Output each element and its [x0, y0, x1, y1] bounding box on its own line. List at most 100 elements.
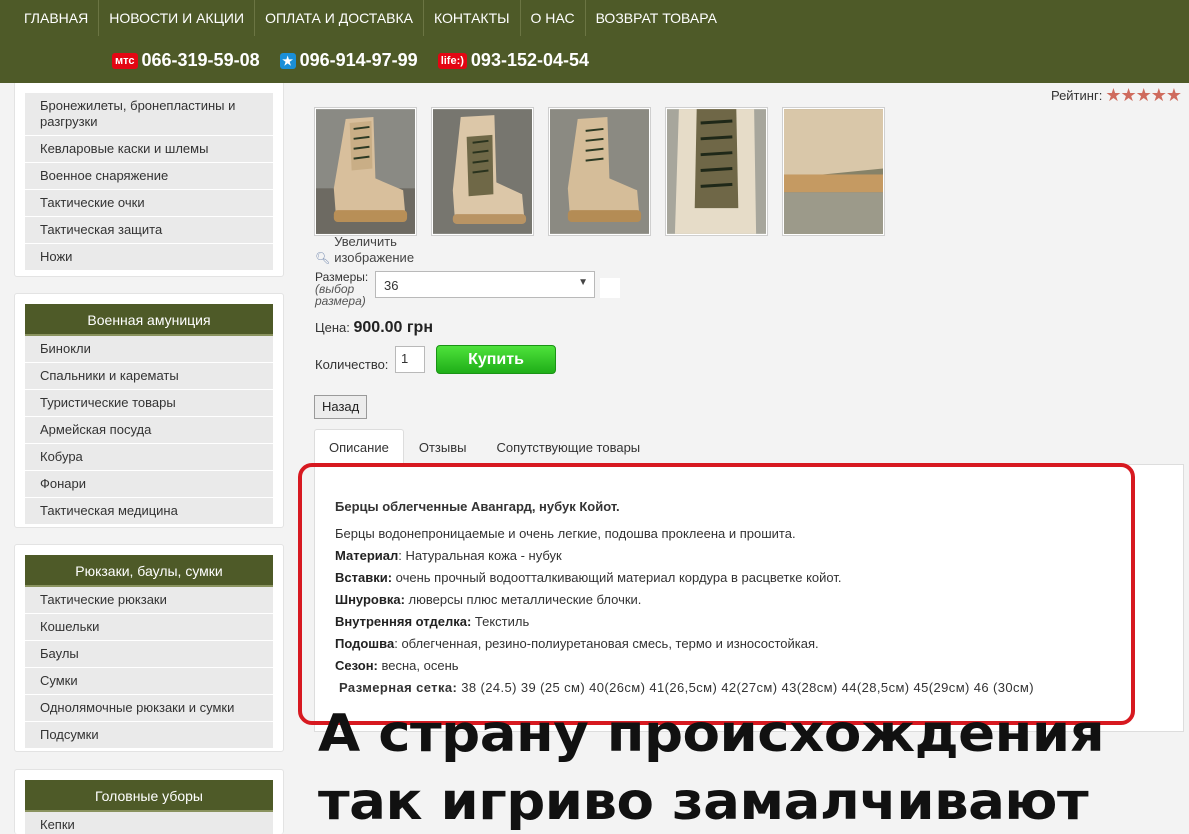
- top-header: ГЛАВНАЯ НОВОСТИ И АКЦИИ ОПЛАТА И ДОСТАВК…: [0, 0, 1189, 83]
- quantity-label: Количество:: [315, 357, 389, 372]
- life-logo-icon: life:): [437, 52, 467, 69]
- kyivstar-logo-icon: ★: [279, 52, 296, 69]
- line-text: Натуральная кожа - нубук: [401, 548, 562, 563]
- tab-description[interactable]: Описание: [314, 429, 404, 465]
- sidebar-item[interactable]: Тактическая медицина: [25, 498, 273, 525]
- line-text: очень прочный водоотталкивающий материал…: [392, 570, 842, 585]
- product-thumbnails: [314, 107, 899, 236]
- mts-logo-icon: мтс: [112, 52, 138, 69]
- product-rating: Рейтинг: ★★★★★: [1050, 85, 1182, 106]
- zoom-label: Увеличить изображение: [334, 234, 415, 265]
- sidebar-item[interactable]: Тактические очки: [25, 190, 273, 217]
- phone-kyivstar: ★ 096-914-97-99: [279, 50, 418, 71]
- sidebar-block-ammunition: Военная амуниция Бинокли Спальники и кар…: [14, 293, 284, 528]
- sidebar-item[interactable]: Ножи: [25, 244, 273, 271]
- phone-number[interactable]: 066-319-59-08: [142, 50, 260, 71]
- sizes-label-wrap: Размеры: (выбор размера): [315, 271, 373, 307]
- category-list: Бинокли Спальники и карематы Туристическ…: [25, 336, 273, 525]
- size-grid-label: Размерная сетка:: [339, 680, 458, 695]
- sidebar-item[interactable]: Фонари: [25, 471, 273, 498]
- product-thumbnail[interactable]: [665, 107, 768, 236]
- sidebar-item[interactable]: Туристические товары: [25, 390, 273, 417]
- sidebar-block-title: Военная амуниция: [25, 304, 273, 336]
- sizes-hint: (выбор размера): [315, 282, 366, 308]
- description-line: Материал: Натуральная кожа - нубук: [335, 545, 1165, 567]
- tab-reviews[interactable]: Отзывы: [404, 429, 482, 465]
- star-rating-icon: ★★★★★: [1105, 85, 1182, 105]
- phone-number[interactable]: 093-152-04-54: [471, 50, 589, 71]
- product-thumbnail[interactable]: [314, 107, 417, 236]
- boot-image: [784, 109, 883, 234]
- product-thumbnail[interactable]: [548, 107, 651, 236]
- phone-list: мтс 066-319-59-08 ★ 096-914-97-99 life:)…: [112, 50, 609, 71]
- sidebar-block-title: Головные уборы: [25, 780, 273, 812]
- nav-contacts[interactable]: КОНТАКТЫ: [424, 0, 521, 36]
- zoom-link[interactable]: 🔍︎Увеличить изображение: [315, 234, 434, 266]
- phone-life: life:) 093-152-04-54: [437, 50, 589, 71]
- description-line: Шнуровка: люверсы плюс металлические бло…: [335, 589, 1165, 611]
- tab-related-products[interactable]: Сопутствующие товары: [481, 429, 655, 465]
- size-grid: Размерная сетка: 38 (24.5) 39 (25 см) 40…: [339, 677, 1165, 699]
- sidebar-item[interactable]: Бинокли: [25, 336, 273, 363]
- boot-image: [667, 109, 766, 234]
- price-label: Цена:: [315, 320, 350, 335]
- sidebar-item[interactable]: Спальники и карематы: [25, 363, 273, 390]
- sidebar-item[interactable]: Кепки: [25, 812, 273, 834]
- category-list: Бронежилеты, бронепластины и разгрузки К…: [25, 93, 273, 271]
- size-select[interactable]: 36 ▼: [375, 271, 595, 298]
- blank-box: [600, 278, 620, 298]
- description-line: Сезон: весна, осень: [335, 655, 1165, 677]
- phone-mts: мтс 066-319-59-08: [112, 50, 260, 71]
- description-title: Берцы облегченные Авангард, нубук Койот.: [335, 499, 620, 514]
- quantity-input[interactable]: 1: [395, 346, 425, 373]
- size-grid-values: 38 (24.5) 39 (25 см) 40(26см) 41(26,5см)…: [457, 680, 1035, 695]
- sidebar-item[interactable]: Подсумки: [25, 722, 273, 749]
- back-button[interactable]: Назад: [314, 395, 368, 419]
- sidebar-item[interactable]: Тактическая защита: [25, 217, 273, 244]
- line-label: Сезон:: [335, 658, 378, 673]
- line-text: облегченная, резино-полиуретановая смесь…: [397, 636, 819, 651]
- line-label: Вставки:: [335, 570, 393, 585]
- description-intro: Берцы водонепроницаемые и очень легкие, …: [335, 526, 796, 541]
- sidebar-item[interactable]: Кевларовые каски и шлемы: [25, 136, 273, 163]
- sidebar-item[interactable]: Однолямочные рюкзаки и сумки: [25, 695, 273, 722]
- sidebar-block-protection: Бронежилеты, бронепластины и разгрузки К…: [14, 60, 284, 277]
- nav-news[interactable]: НОВОСТИ И АКЦИИ: [99, 0, 256, 36]
- nav-home[interactable]: ГЛАВНАЯ: [14, 0, 100, 36]
- sidebar-item[interactable]: Кобура: [25, 444, 273, 471]
- meme-caption: А страну происхождения так игриво замалч…: [318, 704, 1105, 832]
- category-list: Кепки: [25, 812, 273, 834]
- sidebar-block-backpacks: Рюкзаки, баулы, сумки Тактические рюкзак…: [14, 544, 284, 752]
- description-content: Берцы облегченные Авангард, нубук Койот.…: [335, 499, 1165, 699]
- nav-payment-delivery[interactable]: ОПЛАТА И ДОСТАВКА: [255, 0, 424, 36]
- boot-image: [316, 109, 415, 234]
- line-text: люверсы плюс металлические блочки.: [404, 592, 642, 607]
- line-label: Материал: [335, 548, 399, 563]
- phone-number[interactable]: 096-914-97-99: [300, 50, 418, 71]
- sidebar-item[interactable]: Сумки: [25, 668, 273, 695]
- product-thumbnail[interactable]: [782, 107, 885, 236]
- sidebar-block-title: Рюкзаки, баулы, сумки: [25, 555, 273, 587]
- description-line: Вставки: очень прочный водоотталкивающий…: [335, 567, 1165, 589]
- nav-returns[interactable]: ВОЗВРАТ ТОВАРА: [586, 0, 727, 36]
- description-panel: Берцы облегченные Авангард, нубук Койот.…: [314, 464, 1184, 732]
- sidebar-item[interactable]: Военное снаряжение: [25, 163, 273, 190]
- sidebar-item[interactable]: Армейская посуда: [25, 417, 273, 444]
- line-text: весна, осень: [377, 658, 459, 673]
- product-tabs: Описание Отзывы Сопутствующие товары: [314, 429, 655, 465]
- description-line: Подошва: облегченная, резино-полиуретано…: [335, 633, 1165, 655]
- main-nav: ГЛАВНАЯ НОВОСТИ И АКЦИИ ОПЛАТА И ДОСТАВК…: [14, 0, 727, 36]
- sidebar-item[interactable]: Кошельки: [25, 614, 273, 641]
- sidebar-item[interactable]: Бронежилеты, бронепластины и разгрузки: [25, 93, 273, 136]
- buy-button[interactable]: Купить: [436, 345, 556, 374]
- boot-image: [550, 109, 649, 234]
- line-label: Внутренняя отделка:: [335, 614, 472, 629]
- category-list: Тактические рюкзаки Кошельки Баулы Сумки…: [25, 587, 273, 749]
- nav-about[interactable]: О НАС: [521, 0, 586, 36]
- dropdown-arrow-icon: ▼: [578, 277, 588, 288]
- sidebar-item[interactable]: Тактические рюкзаки: [25, 587, 273, 614]
- product-thumbnail[interactable]: [431, 107, 534, 236]
- rating-label: Рейтинг:: [1050, 88, 1103, 103]
- sidebar-block-headwear: Головные уборы Кепки: [14, 769, 284, 834]
- sidebar-item[interactable]: Баулы: [25, 641, 273, 668]
